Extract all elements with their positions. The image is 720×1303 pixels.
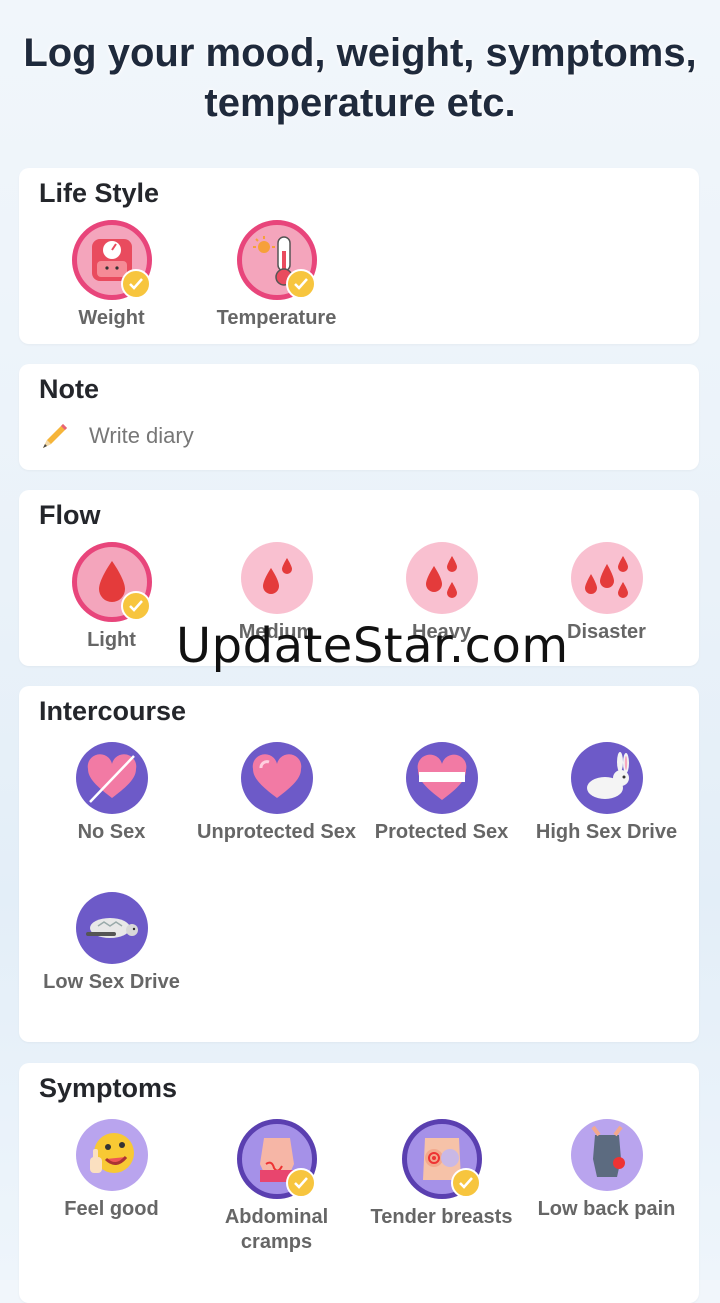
pencil-icon [43, 424, 67, 448]
symptoms-item-label: Low back pain [537, 1198, 676, 1220]
symptoms-item-label: Abdominal cramps [224, 1206, 329, 1253]
three-drops-icon [405, 542, 478, 614]
symptoms-item-feel-good[interactable]: Feel good [29, 1119, 194, 1222]
hero-header: Log your mood, weight, symptoms, tempera… [0, 28, 720, 128]
symptoms-item-tender-breasts[interactable]: Tender breasts [359, 1119, 524, 1230]
intercourse-item-protected-sex[interactable]: Protected Sex [359, 742, 524, 845]
note-card: Note Write diary [19, 364, 699, 470]
flow-title: Flow [39, 500, 101, 530]
watermark: UpdateStar.com [176, 618, 569, 674]
intercourse-item-low-sex-drive[interactable]: Low Sex Drive [29, 892, 194, 995]
check-icon [450, 1168, 481, 1198]
lifestyle-item-label: Weight [78, 307, 145, 329]
intercourse-item-unprotected-sex[interactable]: Unprotected Sex [194, 742, 359, 845]
title-line-2: temperature etc. [204, 81, 516, 125]
heart-icon [240, 742, 313, 814]
intercourse-item-label: Low Sex Drive [43, 971, 180, 993]
note-title: Note [39, 374, 99, 404]
write-diary-button[interactable]: Write diary [39, 420, 194, 452]
title-line-1: Log your mood, weight, symptoms, [23, 31, 697, 75]
crossed-heart-icon [75, 742, 148, 814]
drop-icon [71, 542, 152, 622]
symptoms-item-label: Feel good [64, 1198, 159, 1220]
flow-item-label: Light [87, 629, 136, 651]
intercourse-item-label: Unprotected Sex [197, 821, 356, 843]
page-title: Log your mood, weight, symptoms, tempera… [0, 28, 720, 128]
two-drops-icon [240, 542, 313, 614]
intercourse-title: Intercourse [39, 696, 187, 726]
breast-icon [401, 1119, 482, 1199]
intercourse-card: Intercourse No Sex Unprotected Sex Prote… [19, 686, 699, 1042]
symptoms-title: Symptoms [39, 1073, 178, 1103]
lifestyle-card: Life Style Weight Temperature [19, 168, 699, 344]
lifestyle-title: Life Style [39, 178, 160, 208]
abdomen-icon [236, 1119, 317, 1199]
flow-item-light[interactable]: Light [29, 542, 194, 653]
intercourse-item-label: High Sex Drive [535, 821, 678, 843]
check-icon [285, 1168, 316, 1198]
wrapped-heart-icon [405, 742, 478, 814]
check-icon [285, 269, 316, 299]
intercourse-item-label: No Sex [77, 821, 146, 843]
write-diary-placeholder: Write diary [89, 423, 194, 448]
symptoms-item-abdominal-cramps[interactable]: Abdominal cramps [194, 1119, 359, 1255]
check-icon [120, 269, 151, 299]
many-drops-icon [570, 542, 643, 614]
rabbit-icon [570, 742, 643, 814]
lifestyle-item-temperature[interactable]: Temperature [194, 220, 359, 331]
check-icon [120, 591, 151, 621]
symptoms-item-low-back-pain[interactable]: Low back pain [524, 1119, 689, 1222]
thumbs-up-emoji-icon [75, 1119, 148, 1191]
back-pain-icon [570, 1119, 643, 1191]
lifestyle-item-label: Temperature [216, 307, 337, 329]
thermometer-icon [236, 220, 317, 300]
scale-icon [71, 220, 152, 300]
lifestyle-item-weight[interactable]: Weight [29, 220, 194, 331]
intercourse-item-high-sex-drive[interactable]: High Sex Drive [524, 742, 689, 845]
intercourse-item-no-sex[interactable]: No Sex [29, 742, 194, 845]
symptoms-item-label: Tender breasts [370, 1206, 513, 1228]
symptoms-card: Symptoms Feel good Abdominal cramps Tend… [19, 1063, 699, 1303]
turtle-icon [75, 892, 148, 964]
intercourse-item-label: Protected Sex [374, 821, 509, 843]
